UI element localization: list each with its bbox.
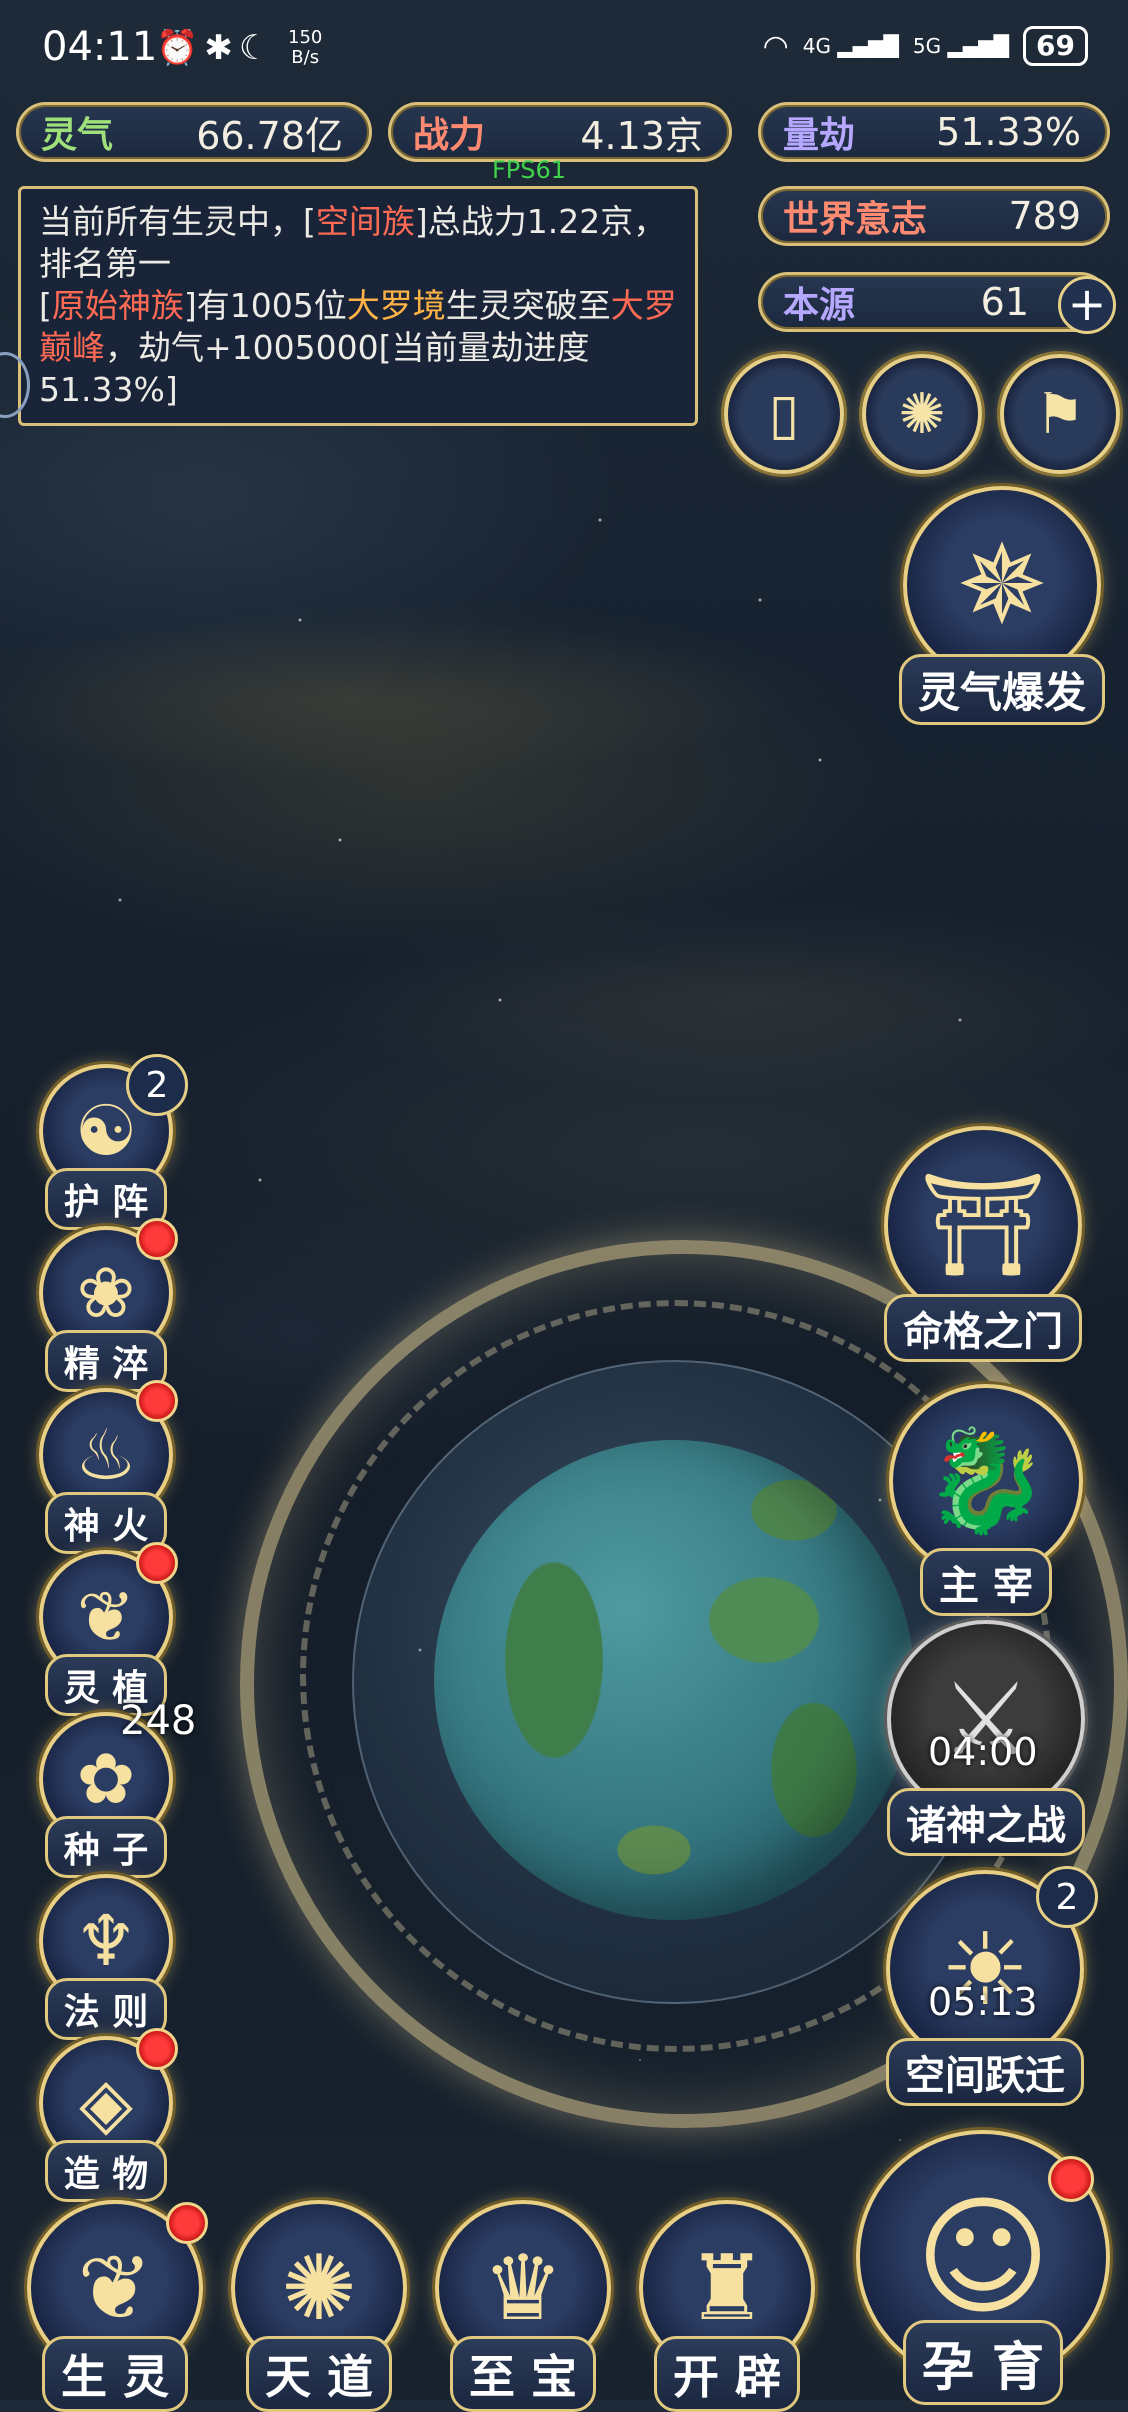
lingqi-label: 灵气 xyxy=(41,114,114,156)
flag-button[interactable]: ⚑ xyxy=(1000,354,1120,474)
liangjie-value: 51.33% xyxy=(936,110,1081,154)
nebula-wave xyxy=(0,620,800,780)
shijie-yizhi-pill[interactable]: 世界意志 789 xyxy=(758,186,1110,246)
net-speed: 150 B/s xyxy=(288,27,323,68)
ming-ge-gate-button[interactable]: ⛩ 命格之门 xyxy=(876,1126,1090,1362)
zhanli-value: 4.13京 xyxy=(580,113,703,158)
yun-yu-red-dot xyxy=(1048,2156,1094,2202)
wifi-icon: ◠ xyxy=(762,28,789,64)
zhanli-label: 战力 xyxy=(413,114,486,156)
hu-zhen-badge: 2 xyxy=(126,1054,188,1116)
fps-counter: FPS61 xyxy=(492,156,567,184)
card-button[interactable]: ▯ xyxy=(724,354,844,474)
shen-huo-button[interactable]: ♨ 神 火 xyxy=(36,1380,178,1554)
swirl-button[interactable]: ✺ xyxy=(862,354,982,474)
burst-label: 灵气爆发 xyxy=(898,654,1105,725)
ling-zhi-red-dot xyxy=(136,1542,178,1584)
zhu-shen-battle-button[interactable]: ⚔ 04:00 诸神之战 xyxy=(878,1620,1094,1856)
nav-zhi-bao-label: 至 宝 xyxy=(449,2336,596,2412)
jing-cui-red-dot xyxy=(136,1218,178,1260)
hu-zhen-button[interactable]: ☯ 护 阵 2 xyxy=(36,1054,188,1230)
ming-ge-label: 命格之门 xyxy=(884,1294,1082,1362)
kong-jian-leap-button[interactable]: ☀ 05:13 空间跃迁 2 xyxy=(874,1866,1098,2106)
battle-notice: 当前所有生灵中，[空间族]总战力1.22京，排名第一 [原始神族]有1005位大… xyxy=(18,186,698,426)
nav-zhi-bao[interactable]: ♛ 至 宝 xyxy=(428,2200,618,2412)
alarm-icon: ⏰ xyxy=(156,28,205,68)
kong-jian-label: 空间跃迁 xyxy=(886,2038,1084,2106)
clock: 04:11 xyxy=(42,24,158,70)
zhu-shen-timer: 04:00 xyxy=(928,1730,1038,1774)
zhanli-pill[interactable]: 战力 4.13京 xyxy=(388,102,732,162)
nav-tian-dao[interactable]: ✺ 天 道 xyxy=(224,2200,414,2412)
zhong-zi-label: 种 子 xyxy=(44,1816,168,1878)
shen-huo-red-dot xyxy=(136,1380,178,1422)
nebula-wave xyxy=(300,900,1128,1100)
liangjie-pill[interactable]: 量劫 51.33% xyxy=(758,102,1110,162)
ling-zhi-button[interactable]: ❦ 灵 植 xyxy=(36,1542,178,1716)
shijie-yizhi-value: 789 xyxy=(1008,194,1081,238)
nav-kai-pi[interactable]: ♜ 开 辟 xyxy=(632,2200,822,2412)
benyuan-label: 本源 xyxy=(783,284,856,326)
add-benyuan-button[interactable]: + xyxy=(1058,276,1116,334)
bluetooth-icon: ✱ xyxy=(204,28,239,68)
nav-sheng-ling[interactable]: ❦ 生 灵 xyxy=(20,2200,210,2412)
kong-jian-badge: 2 xyxy=(1036,1866,1098,1928)
benyuan-value: 61 xyxy=(980,280,1029,324)
flag-icon: ⚑ xyxy=(1034,381,1086,447)
zao-wu-red-dot xyxy=(136,2028,178,2070)
card-icon: ▯ xyxy=(768,381,800,447)
seed-count: 248 xyxy=(120,1698,197,1744)
lingqi-pill[interactable]: 灵气 66.78亿 xyxy=(16,102,372,162)
lingqi-value: 66.78亿 xyxy=(196,113,343,158)
zhu-zai-button[interactable]: 🐉 主 宰 xyxy=(886,1384,1086,1616)
yun-yu-label: 孕 育 xyxy=(902,2320,1064,2405)
status-icons: ⏰✱☾ xyxy=(156,28,275,68)
nav-kai-pi-label: 开 辟 xyxy=(653,2336,800,2412)
world-planet[interactable] xyxy=(434,1440,914,1920)
zhu-zai-label: 主 宰 xyxy=(920,1548,1052,1616)
signal-4g: 4G ▂▄▆█ xyxy=(802,34,899,58)
nav-sheng-ling-label: 生 灵 xyxy=(41,2336,188,2412)
yun-yu-button[interactable]: ☺ 孕 育 xyxy=(852,2130,1114,2405)
lingqi-burst-button[interactable]: ✵ 灵气爆发 xyxy=(890,486,1114,725)
status-right: ◠ 4G ▂▄▆█ 5G ▂▄▆█ 69 xyxy=(763,26,1088,66)
moon-icon: ☾ xyxy=(238,28,276,68)
shijie-yizhi-label: 世界意志 xyxy=(783,198,928,240)
zhu-shen-label: 诸神之战 xyxy=(887,1788,1085,1856)
fa-ze-button[interactable]: ♆ 法 则 xyxy=(36,1874,176,2040)
sheng-ling-red-dot xyxy=(166,2202,208,2244)
status-bar: 04:11 ⏰✱☾ 150 B/s ◠ 4G ▂▄▆█ 5G ▂▄▆█ 69 xyxy=(0,0,1128,100)
zhong-zi-button[interactable]: ✿ 种 子 248 xyxy=(36,1698,196,1878)
signal-5g: 5G ▂▄▆█ xyxy=(912,34,1010,58)
swirl-icon: ✺ xyxy=(898,381,946,447)
nav-tian-dao-label: 天 道 xyxy=(245,2336,392,2412)
plus-icon: + xyxy=(1067,277,1107,331)
liangjie-label: 量劫 xyxy=(783,114,856,156)
battery-indicator: 69 xyxy=(1023,26,1088,66)
jing-cui-button[interactable]: ❀ 精 淬 xyxy=(36,1218,178,1392)
zao-wu-button[interactable]: ◈ 造 物 xyxy=(36,2028,178,2202)
kong-jian-timer: 05:13 xyxy=(928,1980,1038,2024)
zao-wu-label: 造 物 xyxy=(44,2140,168,2202)
